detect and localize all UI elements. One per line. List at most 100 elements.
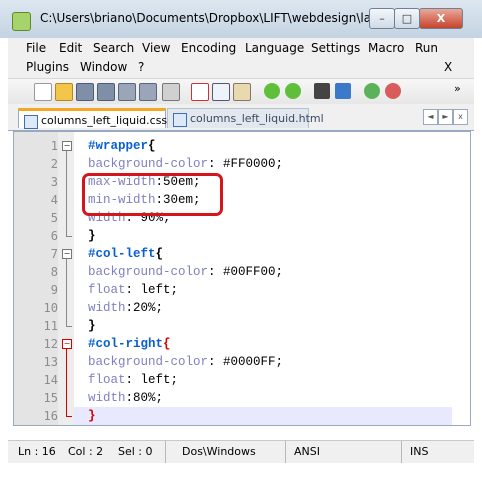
code-token: : left; [125, 373, 179, 387]
tab-columns-left-liquid-css[interactable]: columns_left_liquid.css [18, 108, 167, 129]
code-token: : #0000FF; [208, 355, 284, 369]
menu-plugins[interactable]: Plugins [26, 60, 69, 74]
code-line[interactable] [14, 137, 470, 155]
code-text: background-color: #FF0000; [88, 155, 283, 173]
menu-encoding[interactable]: Encoding [181, 41, 236, 55]
fold-toggle-icon[interactable]: − [62, 141, 72, 151]
code-line[interactable] [14, 317, 470, 335]
code-text: } [88, 227, 96, 245]
status-eol-format: Dos\Windows [176, 441, 286, 463]
paste-icon[interactable] [233, 83, 251, 101]
code-line[interactable] [74, 407, 452, 425]
code-text: background-color: #0000FF; [88, 353, 283, 371]
line-number: 15 [43, 391, 58, 405]
notepad-plus-plus-app-icon [12, 12, 31, 31]
code-token: } [88, 319, 96, 333]
redo-icon[interactable] [285, 83, 301, 99]
line-number: 7 [50, 247, 58, 261]
code-text: #col-left{ [88, 245, 163, 263]
code-text: background-color: #00FF00; [88, 263, 283, 281]
find-icon[interactable] [314, 83, 330, 99]
code-token: background-color [88, 355, 209, 369]
code-line[interactable] [14, 389, 470, 407]
code-line[interactable] [14, 227, 470, 245]
fold-guide-line [66, 151, 67, 236]
fold-toggle-icon[interactable]: − [62, 249, 72, 259]
code-token: background-color [88, 265, 209, 279]
line-number: 3 [50, 175, 58, 189]
save-icon[interactable] [76, 83, 94, 101]
code-token: } [88, 229, 96, 243]
menu-macro[interactable]: Macro [368, 41, 404, 55]
tab-scroll-right-icon[interactable]: ► [438, 109, 453, 125]
line-number: 11 [43, 319, 58, 333]
document-icon [24, 115, 38, 129]
code-token: :80%; [125, 391, 164, 405]
line-number: 6 [50, 229, 58, 243]
menu-search[interactable]: Search [93, 41, 134, 55]
menu-file[interactable]: File [26, 41, 46, 55]
line-number: 9 [50, 283, 58, 297]
window-title: C:\Users\briano\Documents\Dropbox\LIFT\w… [40, 11, 397, 25]
new-file-icon[interactable] [34, 83, 52, 101]
tab-bar: columns_left_liquid.css columns_left_liq… [8, 104, 474, 131]
close-all-icon[interactable] [139, 83, 157, 101]
code-token: { [148, 139, 156, 153]
status-selection: Sel : 0 [112, 441, 166, 463]
close-icon[interactable] [118, 83, 136, 101]
code-line[interactable] [14, 299, 470, 317]
code-line[interactable] [14, 281, 470, 299]
close-document-button[interactable]: X [444, 60, 452, 74]
code-text: #wrapper{ [88, 137, 156, 155]
open-file-icon[interactable] [55, 83, 73, 101]
tab-scroll-left-icon[interactable]: ◄ [423, 109, 438, 125]
code-token: #col-left [88, 247, 156, 261]
code-token: : #FF0000; [208, 157, 284, 171]
menu-window[interactable]: Window [80, 60, 127, 74]
fold-end-marker [66, 236, 72, 237]
code-text: width:80%; [88, 389, 163, 407]
line-number: 5 [50, 211, 58, 225]
status-bar: Ln : 16 Col : 2 Sel : 0 Dos\Windows ANSI… [8, 440, 474, 463]
code-token: float [88, 283, 126, 297]
fold-guide-line [66, 259, 67, 326]
code-editor[interactable]: 1 #wrapper{−2 background-color: #FF0000; 3 m… [13, 131, 471, 426]
line-number: 8 [50, 265, 58, 279]
code-line[interactable] [14, 371, 470, 389]
code-token: : #00FF00; [208, 265, 284, 279]
menu-edit[interactable]: Edit [59, 41, 82, 55]
tab-close-icon[interactable]: x [453, 109, 468, 125]
code-token: } [88, 409, 96, 423]
menu-settings[interactable]: Settings [311, 41, 360, 55]
close-window-button[interactable]: X [419, 8, 463, 29]
minimize-button[interactable]: – [369, 8, 395, 29]
code-text: float: left; [88, 281, 178, 299]
save-all-icon[interactable] [97, 83, 115, 101]
undo-icon[interactable] [264, 83, 280, 99]
code-token: float [88, 373, 126, 387]
menu-run[interactable]: Run [415, 41, 438, 55]
menu-view[interactable]: View [142, 41, 170, 55]
replace-icon[interactable] [335, 83, 351, 99]
line-number: 2 [50, 157, 58, 171]
menu-help[interactable]: ? [138, 60, 144, 74]
fold-end-marker [66, 326, 72, 327]
copy-icon[interactable] [212, 83, 230, 101]
cut-icon[interactable] [191, 83, 209, 101]
code-token: : left; [125, 283, 179, 297]
code-text: #col-right{ [88, 335, 171, 353]
toolbar-overflow-chevron-icon[interactable]: » [454, 82, 461, 95]
maximize-button[interactable]: □ [394, 8, 420, 29]
menu-language[interactable]: Language [245, 41, 304, 55]
code-text: } [88, 407, 96, 425]
code-line[interactable] [14, 335, 470, 353]
status-line: Ln : 16 [18, 445, 56, 458]
zoom-out-icon[interactable] [385, 83, 401, 99]
code-token: { [155, 247, 164, 261]
code-text: } [88, 317, 96, 335]
fold-toggle-icon[interactable]: − [62, 339, 72, 349]
tab-columns-left-liquid-html[interactable]: columns_left_liquid.html [167, 108, 324, 128]
code-line[interactable] [14, 245, 470, 263]
print-icon[interactable] [162, 83, 180, 101]
zoom-in-icon[interactable] [364, 83, 380, 99]
